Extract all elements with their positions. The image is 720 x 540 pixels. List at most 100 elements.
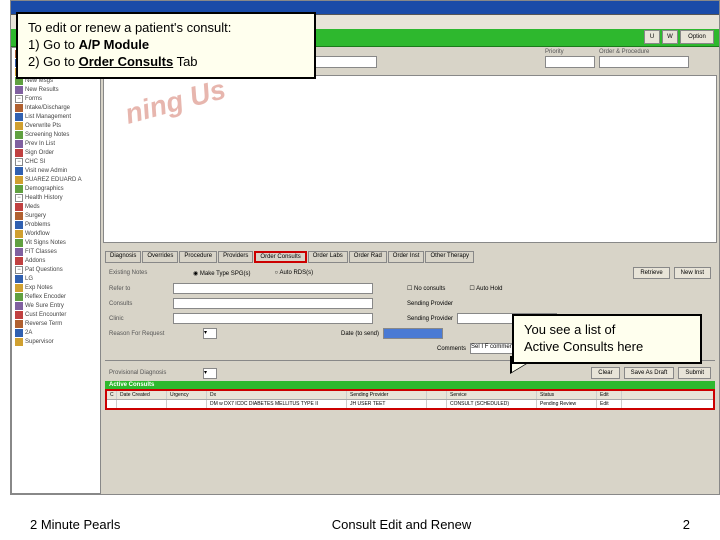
order-proc-input[interactable] [599,56,689,68]
tree-item[interactable]: Reverse Term [13,319,99,328]
tree-item[interactable]: Supervisor [13,337,99,346]
tab[interactable]: Other Therapy [425,251,474,263]
consults-label: Consults [109,301,169,307]
tree-item[interactable]: Sign Order [13,148,99,157]
tree-item-icon [15,284,23,292]
tree-item[interactable]: 2A [13,328,99,337]
tree-item[interactable]: Exp Notes [13,283,99,292]
table-cell[interactable]: DM w DX7 ICDC DIABETES MELLITUS TYPE II [207,400,347,408]
tab[interactable]: Order Rad [349,251,387,263]
tree-item[interactable]: Screening Notes [13,130,99,139]
active-consults-table[interactable]: CDate CreatedUrgencyDxSending Provider Se… [105,389,715,410]
tree-item[interactable]: Demographics [13,184,99,193]
content-pane: Check-State Type Priority Order & Proced… [101,47,719,494]
tree-item[interactable]: We Sure Entry [13,301,99,310]
tree-item[interactable]: Problems [13,220,99,229]
tree-item[interactable]: New Results [13,85,99,94]
main-area: SectionIdentifierCue MsgNew MsgsNew Resu… [11,47,719,494]
callout-instructions: To edit or renew a patient's consult: 1)… [16,12,316,79]
table-header-cell[interactable]: Service [447,391,537,399]
no-consults-check[interactable]: ☐ No consults [407,285,445,292]
tab[interactable]: Order Inst [388,251,425,263]
refer-to-input[interactable] [173,283,373,294]
tree-item[interactable]: FIT Classes [13,247,99,256]
tree-item-label: Sign Order [25,150,54,156]
callout-active-consults: You see a list of Active Consults here [512,314,702,364]
radio-option-2[interactable]: ○ Auto RDS(s) [274,270,313,276]
tab[interactable]: Procedure [179,251,217,263]
tree-item[interactable]: Overwrite Pts [13,121,99,130]
tab[interactable]: Providers [218,251,253,263]
table-header-cell[interactable] [427,391,447,399]
table-header-cell[interactable]: Date Created [117,391,167,399]
prov-diag-dropdown[interactable]: ▾ [203,368,217,379]
table-header-cell[interactable]: Status [537,391,597,399]
tree-item-label: Visit new Admin [25,168,67,174]
table-cell[interactable]: Pending Review [537,400,597,408]
date-input[interactable] [383,328,443,339]
tab-order-consults[interactable]: Order Consults [254,251,306,263]
tree-item-label: Problems [25,222,50,228]
tree-item[interactable]: Meds [13,202,99,211]
tree-item-label: Cust Encounter [25,312,66,318]
tab[interactable]: Order Labs [308,251,348,263]
tree-item[interactable]: Intake/Discharge [13,103,99,112]
tree-item-label: We Sure Entry [25,303,64,309]
table-cell[interactable] [167,400,207,408]
table-header-cell[interactable]: Dx [207,391,347,399]
tree-item[interactable]: Cust Encounter [13,310,99,319]
reason-dropdown[interactable]: ▾ [203,328,217,339]
tree-item[interactable]: Addons [13,256,99,265]
tree-item[interactable]: −Pat Questions [13,265,99,274]
consults-input[interactable] [173,298,373,309]
table-header-cell[interactable]: Urgency [167,391,207,399]
tree-item-label: List Management [25,114,71,120]
tree-item-label: Prev In List [25,141,55,147]
tree-item[interactable]: List Management [13,112,99,121]
tree-item[interactable]: −CHC SI [13,157,99,166]
tab[interactable]: Overrides [142,251,178,263]
table-cell[interactable]: JH USER TEET [347,400,427,408]
table-cell[interactable] [107,400,117,408]
tab[interactable]: Diagnosis [105,251,141,263]
table-header-cell[interactable]: C [107,391,117,399]
order-proc-label: Order & Procedure [599,49,689,55]
auto-hold-check[interactable]: ☐ Auto Hold [469,285,502,292]
priority-input[interactable] [545,56,595,68]
tree-item[interactable]: LG [13,274,99,283]
table-cell[interactable]: Edit [597,400,622,408]
tree-item[interactable]: Surgery [13,211,99,220]
tree-item[interactable]: Reflex Encoder [13,292,99,301]
radio-option-1[interactable]: ◉ Make Type SPG(s) [193,270,250,277]
clear-button[interactable]: Clear [591,367,619,379]
tree-item-icon: − [15,266,23,274]
toolbar-btn-u[interactable]: U [644,30,660,44]
retrieve-button[interactable]: Retrieve [633,267,669,279]
toolbar-btn-w[interactable]: W [662,30,678,44]
new-inst-button[interactable]: New Inst [674,267,711,279]
tree-item[interactable]: Prev In List [13,139,99,148]
table-cell[interactable] [427,400,447,408]
tree-item[interactable]: SUAREZ EDUARD A [13,175,99,184]
table-header-cell[interactable]: Edit [597,391,622,399]
tree-item[interactable]: Workflow [13,229,99,238]
toolbar-btn-option[interactable]: Option [680,30,714,44]
tree-item[interactable]: −Forms [13,94,99,103]
nav-tree[interactable]: SectionIdentifierCue MsgNew MsgsNew Resu… [11,47,101,494]
tree-item-label: Health History [25,195,63,201]
tree-item-icon [15,185,23,193]
tree-item-icon [15,302,23,310]
tree-item[interactable]: Vit Signs Notes [13,238,99,247]
table-cell[interactable] [117,400,167,408]
tree-item[interactable]: −Health History [13,193,99,202]
tab-strip: DiagnosisOverridesProcedureProvidersOrde… [105,249,715,265]
tree-item-icon [15,149,23,157]
tree-item[interactable]: Visit new Admin [13,166,99,175]
table-cell[interactable]: CONSULT (SCHEDULED) [447,400,537,408]
sending-prov-label-2: Sending Provider [407,316,453,322]
save-draft-button[interactable]: Save As Draft [624,367,675,379]
clinic-input[interactable] [173,313,373,324]
submit-button[interactable]: Submit [678,367,711,379]
table-header-cell[interactable]: Sending Provider [347,391,427,399]
tree-item-label: CHC SI [25,159,45,165]
